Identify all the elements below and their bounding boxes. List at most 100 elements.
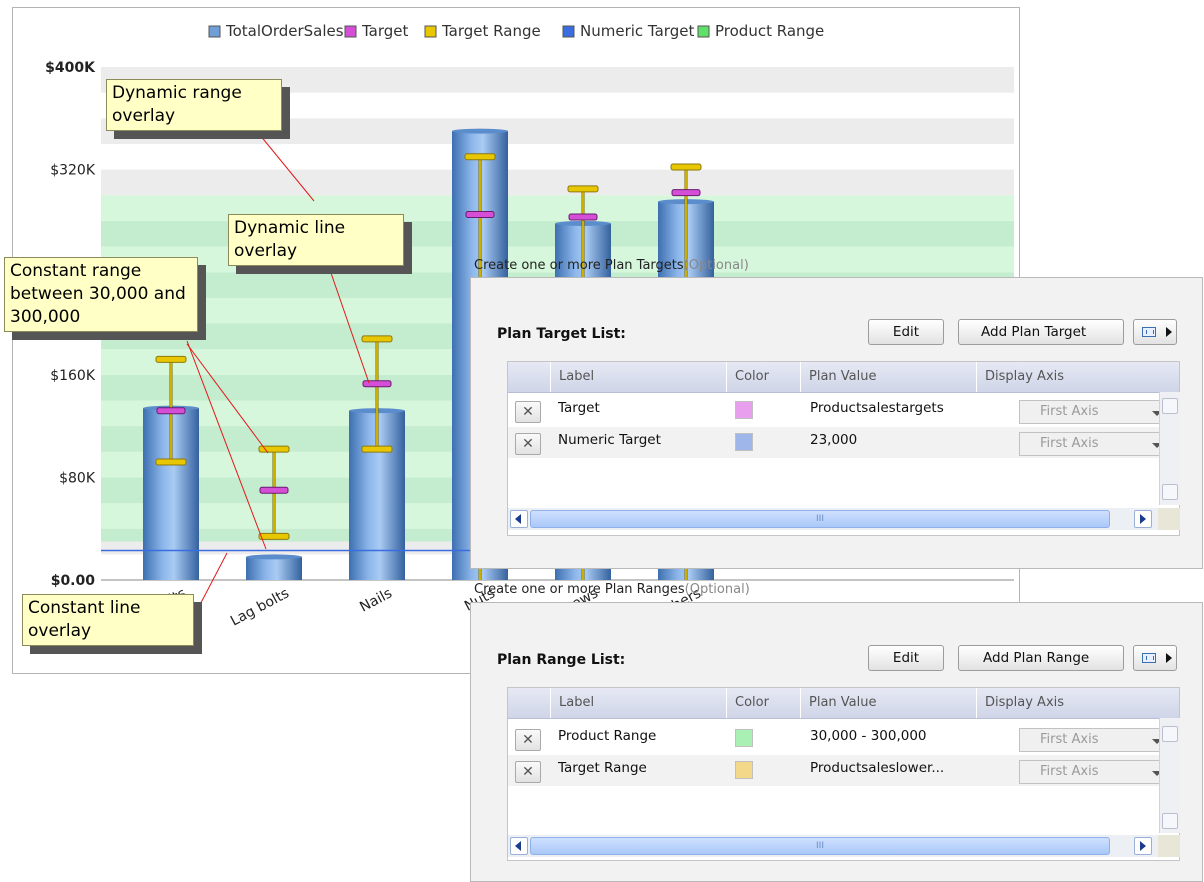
display-axis-select[interactable]: First Axis [1019,432,1171,456]
row-label: Target [558,400,600,416]
table-row: ✕ Product Range 30,000 - 300,000 First A… [508,723,1179,754]
caption-text: Create one or more Plan Ranges [474,582,685,597]
edit-button[interactable]: Edit [868,319,944,345]
display-axis-select[interactable]: First Axis [1019,760,1171,784]
range-cap [567,185,599,193]
x-tick-label: Lag bolts [228,585,292,629]
target-marker [568,213,598,221]
chevron-left-icon [515,514,521,524]
target-marker [362,380,392,388]
table-row: ✕ Target Productsalestargets First Axis [508,395,1179,426]
range-cap [155,458,187,466]
color-swatch[interactable] [735,433,753,451]
vertical-scrollbar[interactable] [1159,718,1180,833]
row-plan-value: 23,000 [810,432,858,448]
target-marker [259,486,289,494]
range-cap [361,335,393,343]
column-header-label[interactable]: Label [550,688,726,718]
plot-band [101,169,1014,196]
bar-cap [246,554,302,560]
targets-caption: Create one or more Plan Targets(Optional… [474,258,749,273]
target-marker [671,189,701,197]
optional-text: (Optional) [683,258,749,273]
callout-dynamic-range: Dynamic range overlay [106,79,282,131]
vertical-scrollbar[interactable] [1159,392,1180,505]
x-tick-label: Nails [357,585,395,615]
add-plan-target-button[interactable]: Add Plan Target [958,319,1124,345]
callout-dynamic-line: Dynamic line overlay [228,214,404,266]
column-header-label[interactable]: Label [550,362,726,392]
y-tick-label: $160K [50,368,96,384]
callout-text: Constant range between 30,000 and 300,00… [10,261,186,327]
callout-constant-range: Constant range between 30,000 and 300,00… [4,257,198,332]
legend-swatch [562,25,575,38]
column-header-display-axis[interactable]: Display Axis [976,688,1152,718]
chart-legend: TotalOrderSales Target Target Range Numeric… [208,22,824,40]
delete-row-button[interactable]: ✕ [515,761,541,783]
callout-constant-line: Constant line overlay [22,594,194,646]
chevron-left-icon [515,841,521,851]
scroll-corner [1158,835,1180,857]
y-tick-label: $80K [59,470,96,486]
legend-label: Target Range [441,22,541,40]
panel-title: Plan Target List: [497,326,626,342]
delete-row-button[interactable]: ✕ [515,401,541,423]
plot-band [101,143,1014,170]
ranges-caption: Create one or more Plan Ranges(Optional) [474,582,750,597]
row-plan-value: Productsalestargets [810,400,944,416]
target-marker [465,210,495,218]
y-tick-label: $0.00 [51,573,96,589]
range-cap [464,153,496,161]
legend-swatch [344,25,357,38]
column-header-color[interactable]: Color [726,362,800,392]
column-header-display-axis[interactable]: Display Axis [976,362,1152,392]
legend-label: Target [361,22,409,40]
callout-text: Dynamic line overlay [234,218,346,261]
columns-menu-button[interactable] [1133,645,1177,671]
columns-menu-button[interactable] [1133,319,1177,345]
table-header: Label Color Plan Value Display Axis [508,688,1179,719]
row-plan-value: Productsaleslower... [810,760,945,776]
thumb-grip: III [816,841,824,851]
color-swatch[interactable] [735,729,753,747]
plan-ranges-panel: Plan Range List: Edit Add Plan Range Lab… [470,602,1203,882]
delete-row-button[interactable]: ✕ [515,433,541,455]
scroll-thumb[interactable]: III [530,837,1110,855]
y-tick-label: $320K [50,163,96,179]
row-label: Target Range [558,760,647,776]
scroll-down-button[interactable] [1162,813,1178,829]
add-plan-range-button[interactable]: Add Plan Range [958,645,1124,671]
plan-range-table: Label Color Plan Value Display Axis ✕ Pr… [507,687,1180,861]
color-swatch[interactable] [735,401,753,419]
optional-text: (Optional) [684,582,750,597]
target-marker [156,407,186,415]
triangle-right-icon [1166,327,1172,337]
horizontal-scrollbar[interactable]: III [508,835,1180,857]
display-axis-select[interactable]: First Axis [1019,728,1171,752]
callout-text: Constant line overlay [28,598,141,641]
edit-button[interactable]: Edit [868,645,944,671]
axis-select-value: First Axis [1040,436,1099,451]
scroll-up-button[interactable] [1162,726,1178,742]
column-header-color[interactable]: Color [726,688,800,718]
column-header-plan-value[interactable]: Plan Value [800,362,976,392]
plan-targets-panel: Plan Target List: Edit Add Plan Target L… [470,277,1203,569]
scroll-right-button[interactable] [1134,837,1152,855]
row-label: Numeric Target [558,432,661,448]
scroll-right-button[interactable] [1134,510,1152,528]
legend-swatch [208,25,221,38]
axis-select-value: First Axis [1040,732,1099,747]
delete-row-button[interactable]: ✕ [515,729,541,751]
horizontal-scrollbar[interactable]: III [508,508,1180,530]
callout-text: Dynamic range overlay [112,83,242,126]
grid-icon [1142,327,1156,337]
scroll-down-button[interactable] [1162,484,1178,500]
scroll-left-button[interactable] [510,510,528,528]
scroll-thumb[interactable]: III [530,510,1110,528]
column-header-plan-value[interactable]: Plan Value [800,688,976,718]
color-swatch[interactable] [735,761,753,779]
table-header: Label Color Plan Value Display Axis [508,362,1179,393]
display-axis-select[interactable]: First Axis [1019,400,1171,424]
scroll-left-button[interactable] [510,837,528,855]
scroll-up-button[interactable] [1162,398,1178,414]
